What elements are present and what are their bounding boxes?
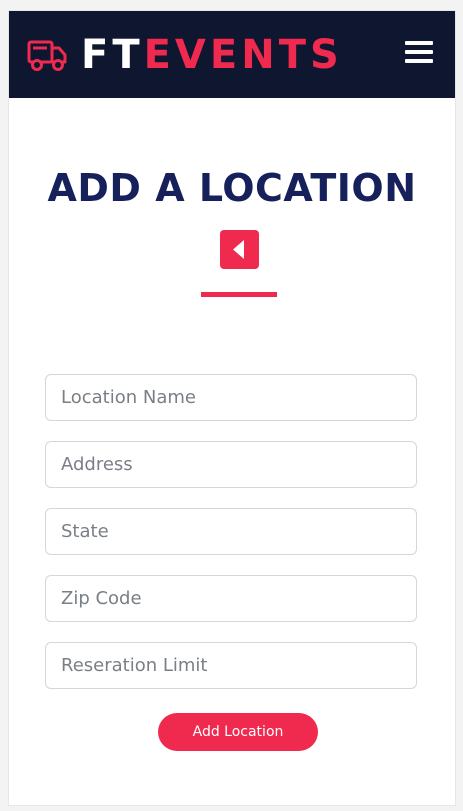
brand-name: FTEVENTS — [81, 35, 343, 75]
menu-bar — [405, 41, 433, 45]
location-name-input[interactable] — [45, 374, 417, 421]
zip-code-input[interactable] — [45, 575, 417, 622]
state-input[interactable] — [45, 508, 417, 555]
brand-name-ft: FT — [81, 32, 144, 78]
hamburger-menu-icon[interactable] — [405, 41, 433, 65]
menu-bar — [405, 59, 433, 63]
app-frame: FTEVENTS ADD A LOCATION Add Location — [8, 10, 456, 806]
reservation-limit-input[interactable] — [45, 642, 417, 689]
navbar: FTEVENTS — [9, 11, 455, 98]
caret-left-icon — [233, 240, 244, 259]
brand-name-events: EVENTS — [143, 32, 343, 78]
add-location-button[interactable]: Add Location — [158, 713, 318, 751]
menu-bar — [405, 50, 433, 54]
page-title: ADD A LOCATION — [47, 166, 417, 210]
title-underline — [201, 292, 277, 297]
food-truck-icon — [27, 40, 67, 71]
back-button[interactable] — [220, 230, 259, 269]
brand-logo[interactable]: FTEVENTS — [27, 35, 343, 75]
address-input[interactable] — [45, 441, 417, 488]
